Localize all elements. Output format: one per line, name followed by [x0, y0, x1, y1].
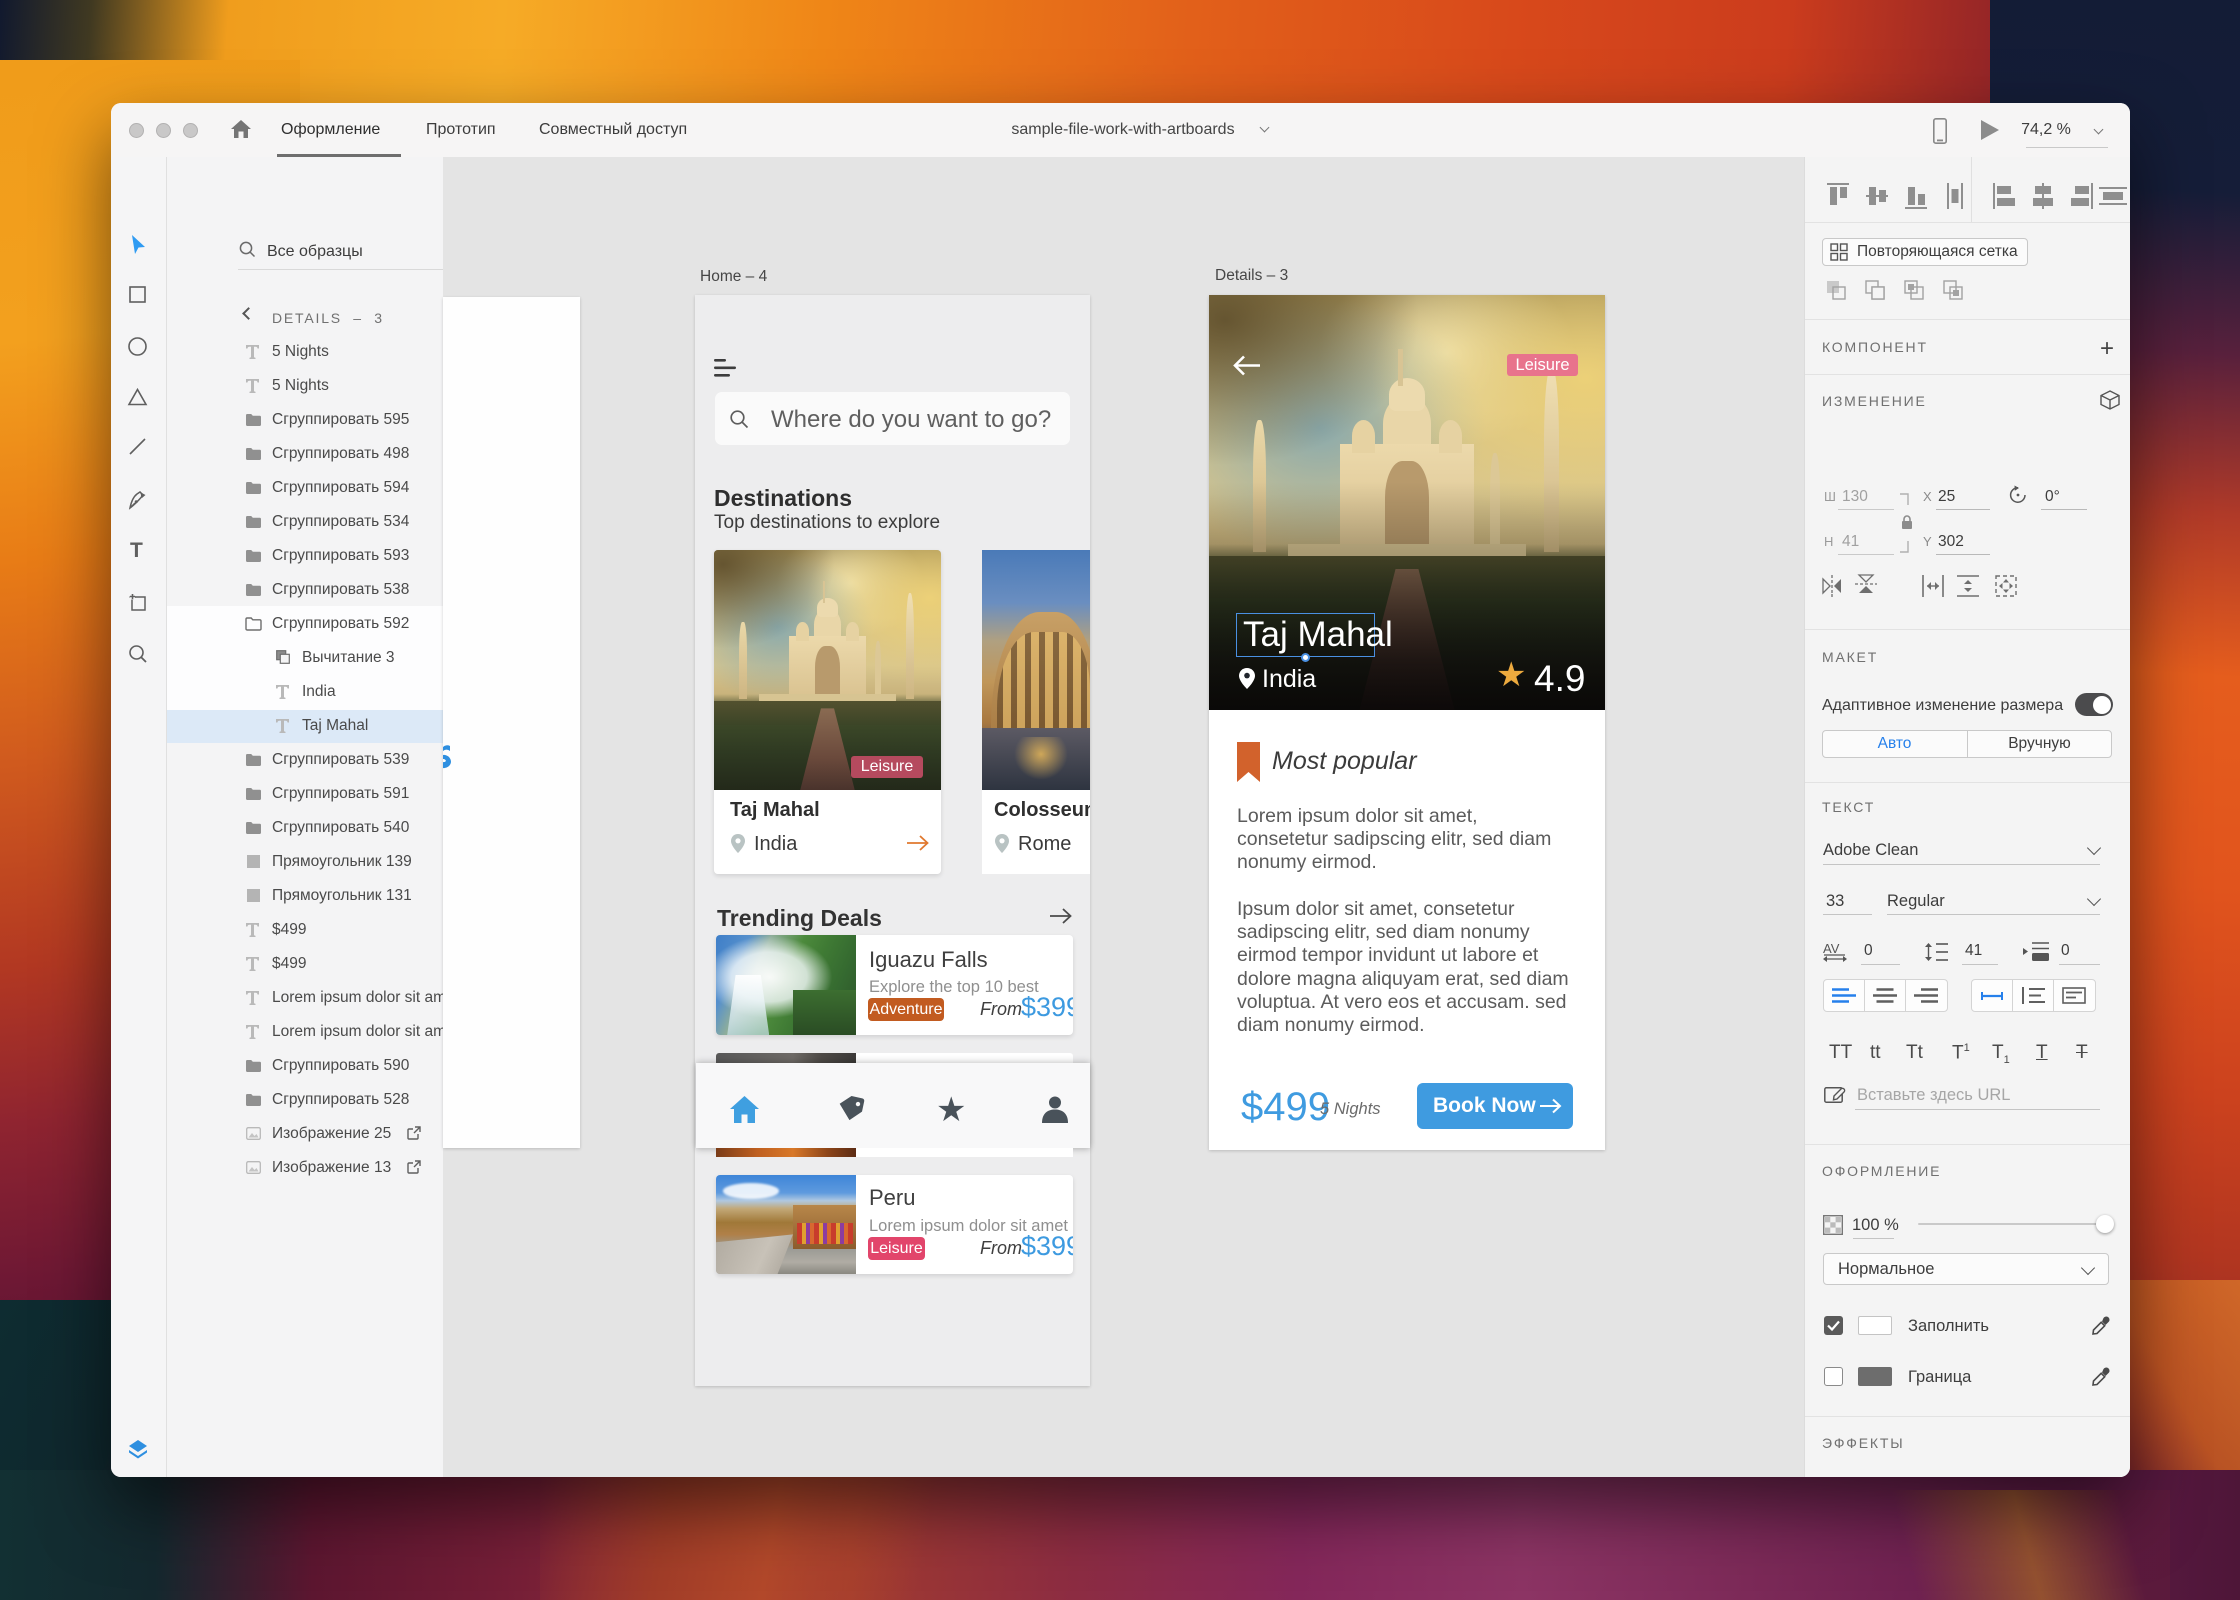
- svg-text:AV: AV: [1823, 941, 1840, 956]
